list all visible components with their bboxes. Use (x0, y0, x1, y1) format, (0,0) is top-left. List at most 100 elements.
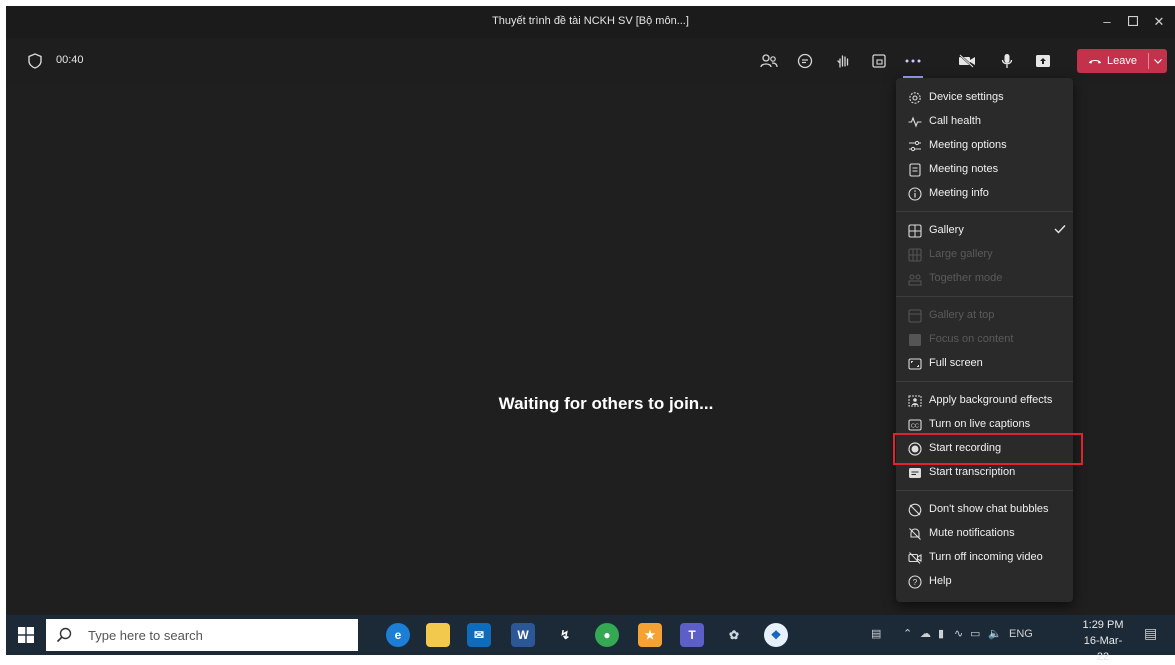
search-placeholder: Type here to search (88, 628, 203, 643)
title-bar: Thuyết trình đề tài NCKH SV [Bộ môn...] … (6, 6, 1175, 38)
battery-icon[interactable]: ▭ (970, 627, 980, 640)
camera-off-icon (959, 54, 975, 68)
menu-item-meeting-options[interactable]: Meeting options (896, 134, 1073, 158)
microphone-icon (1001, 54, 1013, 68)
chat-off-icon (908, 503, 922, 517)
menu-item-gallery[interactable]: Gallery (896, 219, 1073, 243)
camera-toggle-button[interactable] (956, 50, 978, 72)
menu-item-chat-bubbles[interactable]: Don't show chat bubbles (896, 498, 1073, 522)
sliders-icon (909, 140, 921, 152)
search-icon (56, 627, 72, 643)
leave-button-group: Leave (1077, 49, 1167, 73)
reactions-button[interactable] (832, 50, 854, 72)
start-recording-highlight (893, 433, 1083, 465)
taskbar-clock[interactable]: 1:29 PM 16-Mar-22 (1078, 617, 1128, 665)
notifications-icon[interactable]: ▤ (1144, 625, 1157, 642)
menu-item-call-health[interactable]: Call health (896, 110, 1073, 134)
info-icon (908, 187, 922, 201)
grid-icon (908, 224, 922, 238)
onedrive-icon[interactable]: ☁ (920, 627, 931, 640)
chat-button[interactable] (794, 50, 816, 72)
together-icon (908, 274, 922, 286)
menu-item-full-screen[interactable]: Full screen (896, 352, 1073, 376)
ellipsis-icon (905, 59, 921, 63)
lightning-app-icon[interactable]: ↯ (553, 623, 577, 647)
menu-item-meeting-notes[interactable]: Meeting notes (896, 158, 1073, 182)
rooms-button[interactable] (868, 50, 890, 72)
chat-icon (797, 53, 813, 69)
leave-options-button[interactable] (1149, 49, 1167, 73)
volume-icon[interactable]: 🔈 (988, 627, 1002, 640)
maximize-icon (1127, 15, 1139, 27)
menu-item-meeting-info[interactable]: Meeting info (896, 182, 1073, 206)
breakout-rooms-icon (872, 54, 886, 68)
large-grid-icon (908, 248, 922, 262)
svg-text:?: ? (913, 578, 918, 587)
usb-icon[interactable]: ▮ (938, 627, 944, 640)
shield-icon (28, 53, 42, 69)
video-off-icon (908, 552, 922, 564)
teams-icon[interactable]: T (680, 623, 704, 647)
menu-separator (896, 211, 1073, 212)
bell-off-icon (909, 528, 921, 540)
minimize-button[interactable]: – (1096, 12, 1118, 32)
hang-up-icon (1089, 60, 1101, 64)
chevron-down-icon (1154, 58, 1162, 64)
microphone-button[interactable] (996, 50, 1018, 72)
mail-icon[interactable]: ✉ (467, 623, 491, 647)
chevron-up-icon[interactable]: ⌃ (903, 627, 912, 640)
notes-icon (909, 163, 921, 177)
gear-icon (909, 92, 921, 104)
windows-start-icon[interactable] (18, 627, 34, 643)
menu-item-incoming-video[interactable]: Turn off incoming video (896, 546, 1073, 570)
focus-icon (909, 334, 921, 346)
raise-hand-icon (837, 55, 849, 68)
word-icon[interactable]: W (511, 623, 535, 647)
more-actions-button[interactable] (902, 50, 924, 72)
menu-item-background-effects[interactable]: Apply background effects (896, 389, 1073, 413)
meeting-timer: 00:40 (56, 54, 84, 66)
windows-taskbar: Type here to search e ✉ W ↯ ● ★ T ✿ ❖ ▤ … (6, 615, 1175, 663)
menu-separator (896, 381, 1073, 382)
photo-app-icon[interactable]: ★ (638, 623, 662, 647)
more-actions-menu: Device settings Call health Meeting opti… (896, 78, 1073, 602)
leave-button[interactable]: Leave (1077, 49, 1148, 73)
svg-text:CC: CC (911, 424, 919, 430)
brush-app-icon[interactable]: ✿ (722, 623, 746, 647)
news-widget-icon[interactable]: ▤ (871, 627, 881, 640)
participants-icon (760, 54, 778, 68)
file-explorer-icon[interactable] (426, 623, 450, 647)
menu-item-large-gallery: Large gallery (896, 243, 1073, 267)
menu-item-focus-on-content: Focus on content (896, 328, 1073, 352)
background-icon (908, 395, 922, 407)
gallery-top-icon (908, 309, 922, 323)
taskbar-search-box[interactable]: Type here to search (46, 619, 358, 651)
maximize-button[interactable] (1122, 12, 1144, 32)
chrome-icon[interactable]: ● (595, 623, 619, 647)
menu-item-mute-notifications[interactable]: Mute notifications (896, 522, 1073, 546)
edge-icon[interactable]: e (386, 623, 410, 647)
waiting-message: Waiting for others to join... (498, 394, 714, 413)
menu-item-help[interactable]: ? Help (896, 570, 1073, 594)
browser-app-icon[interactable]: ❖ (764, 623, 788, 647)
help-icon: ? (908, 575, 922, 589)
menu-item-gallery-at-top: Gallery at top (896, 304, 1073, 328)
clock-date: 16-Mar-22 (1083, 635, 1123, 663)
participants-button[interactable] (758, 50, 780, 72)
clock-time: 1:29 PM (1082, 619, 1124, 631)
share-screen-icon (1036, 55, 1050, 67)
captions-icon: CC (908, 419, 922, 431)
language-indicator[interactable]: ENG (1009, 628, 1033, 640)
checkmark-icon (1054, 225, 1066, 234)
menu-separator (896, 296, 1073, 297)
menu-separator (896, 490, 1073, 491)
pulse-icon (908, 116, 922, 128)
close-button[interactable]: ✕ (1148, 12, 1170, 32)
meeting-toolbar: 00:40 Leave (6, 38, 1175, 82)
window-title: Thuyết trình đề tài NCKH SV [Bộ môn...] (492, 15, 689, 27)
menu-item-device-settings[interactable]: Device settings (896, 86, 1073, 110)
teams-meeting-window: Thuyết trình đề tài NCKH SV [Bộ môn...] … (6, 6, 1175, 655)
share-screen-button[interactable] (1032, 50, 1054, 72)
leave-label: Leave (1107, 55, 1137, 67)
wifi-icon[interactable]: ∿ (954, 627, 963, 640)
